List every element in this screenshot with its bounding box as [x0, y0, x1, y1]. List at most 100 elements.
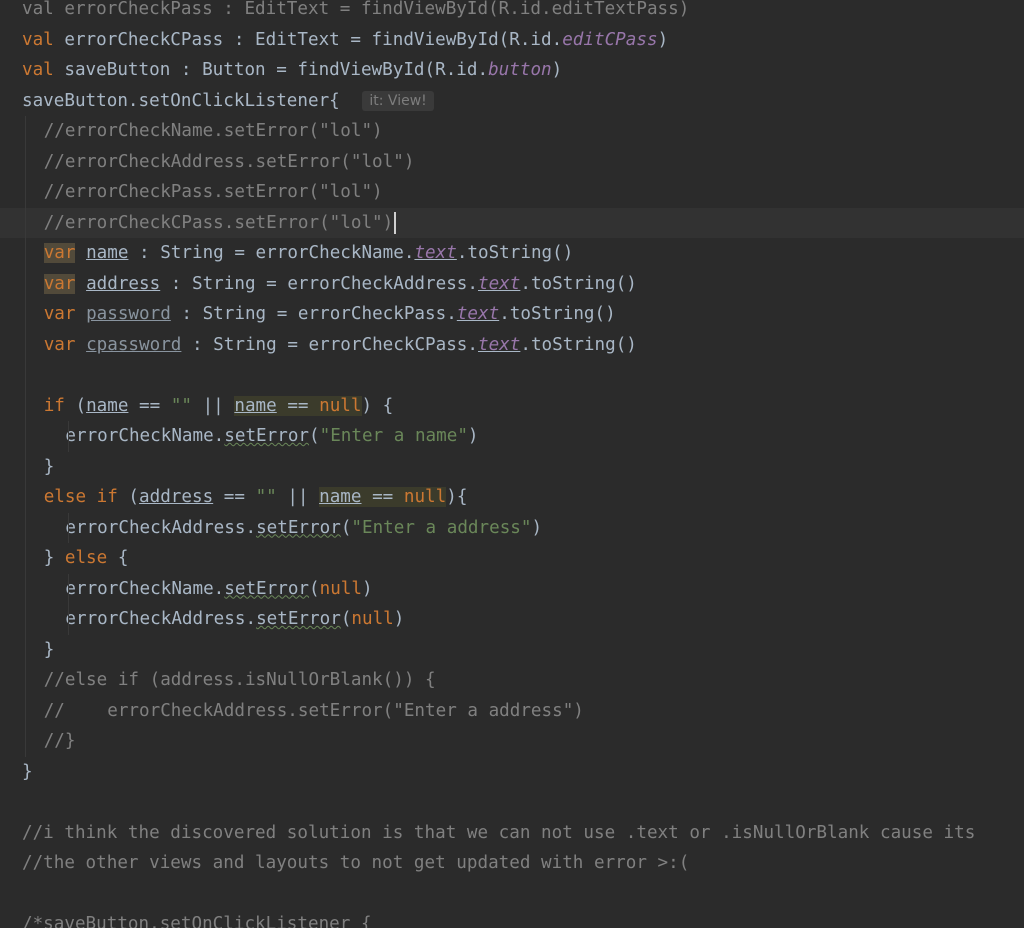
code-token: "Enter a address"	[351, 517, 532, 538]
code-editor[interactable]: val errorCheckPass : EditText = findView…	[0, 0, 1024, 928]
indent-guide	[68, 421, 70, 452]
code-token: ==	[276, 395, 320, 416]
code-token: setError	[224, 578, 310, 599]
code-line[interactable]: } else {	[0, 543, 1024, 574]
code-token: errorCheckAddress.	[65, 609, 257, 629]
code-token: //the other views and layouts to not get…	[22, 853, 690, 873]
code-token: //errorCheckName.setError("lol")	[43, 121, 383, 141]
code-token: setError	[256, 609, 341, 629]
code-token: errorCheckName.	[65, 578, 225, 599]
code-token: null	[403, 487, 447, 507]
code-token: /*saveButton.setOnClickListener {	[22, 914, 372, 928]
code-token: (	[340, 609, 352, 629]
code-line[interactable]: var cpassword : String = errorCheckCPass…	[0, 330, 1024, 361]
code-token: text	[478, 334, 521, 355]
code-token: text	[414, 243, 457, 263]
code-line[interactable]: }	[0, 635, 1024, 666]
code-token: .toString()	[456, 243, 574, 263]
code-token: ){	[446, 487, 468, 507]
code-token: (	[309, 578, 320, 599]
code-line[interactable]: saveButton.setOnClickListener{ it: View!	[0, 86, 1024, 117]
code-line[interactable]: errorCheckAddress.setError("Enter a addr…	[0, 513, 1024, 544]
code-token: var	[43, 304, 76, 324]
code-token: (	[117, 487, 140, 507]
code-token: null	[319, 578, 362, 599]
code-token: val	[22, 29, 54, 50]
code-token: var	[43, 334, 76, 355]
code-token: // errorCheckAddress.setError("Enter a a…	[43, 700, 584, 721]
code-line[interactable]: //i think the discovered solution is tha…	[0, 818, 1024, 849]
code-token: //errorCheckPass.setError("lol")	[43, 182, 383, 202]
code-line[interactable]: if (name == "" || name == null) {	[0, 391, 1024, 422]
code-line[interactable]: errorCheckName.setError(null)	[0, 574, 1024, 605]
code-line[interactable]: val errorCheckCPass : EditText = findVie…	[0, 25, 1024, 56]
code-token: name	[319, 487, 362, 507]
code-line[interactable]: /*saveButton.setOnClickListener {	[0, 909, 1024, 928]
code-token: //errorCheckAddress.setError("lol")	[43, 151, 415, 172]
code-token: }	[22, 761, 33, 782]
code-line[interactable]	[0, 879, 1024, 910]
code-token: errorCheckCPass : EditText = findViewByI…	[53, 29, 563, 50]
indent-guide	[68, 573, 70, 635]
code-line[interactable]: //}	[0, 726, 1024, 757]
code-token: ==	[213, 487, 256, 507]
code-token: var	[43, 243, 76, 263]
code-line[interactable]: }	[0, 757, 1024, 788]
code-token: name	[86, 395, 129, 416]
code-line[interactable]	[0, 360, 1024, 391]
code-token: .toString()	[520, 334, 637, 355]
code-token: (	[340, 517, 352, 538]
code-line[interactable]: var name : String = errorCheckName.text.…	[0, 238, 1024, 269]
code-token: ==	[361, 487, 404, 507]
code-token: errorCheckAddress.	[65, 517, 257, 538]
code-line[interactable]: //errorCheckCPass.setError("lol")	[0, 207, 1024, 238]
code-token: ""	[255, 487, 277, 507]
code-token: )	[362, 578, 373, 599]
code-line[interactable]: //else if (address.isNullOrBlank()) {	[0, 665, 1024, 696]
code-token: //i think the discovered solution is tha…	[22, 822, 976, 843]
code-line[interactable]: var password : String = errorCheckPass.t…	[0, 299, 1024, 330]
code-line[interactable]: // errorCheckAddress.setError("Enter a a…	[0, 696, 1024, 727]
code-token: : String = errorCheckAddress.	[160, 273, 478, 294]
text-caret	[394, 211, 397, 234]
code-token: {	[107, 548, 129, 568]
code-line[interactable]: errorCheckName.setError("Enter a name")	[0, 421, 1024, 452]
indent-guide	[25, 116, 26, 757]
code-line[interactable]: }	[0, 452, 1024, 483]
code-token: //errorCheckCPass.setError("lol")	[43, 212, 394, 233]
code-line[interactable]	[0, 787, 1024, 818]
code-token: name	[234, 395, 277, 416]
code-line[interactable]: //errorCheckName.setError("lol")	[0, 116, 1024, 147]
inlay-hint: it: View!	[362, 90, 434, 111]
code-token: )	[657, 29, 669, 50]
code-token: password	[86, 304, 171, 324]
code-line[interactable]: //errorCheckPass.setError("lol")	[0, 177, 1024, 208]
code-token: )	[467, 426, 479, 446]
code-token: address	[86, 273, 161, 294]
code-line[interactable]: var address : String = errorCheckAddress…	[0, 269, 1024, 300]
code-token: (	[309, 426, 320, 446]
code-line[interactable]: //the other views and layouts to not get…	[0, 848, 1024, 879]
code-line[interactable]: val errorCheckPass : EditText = findView…	[0, 0, 1024, 25]
code-token: val errorCheckPass : EditText = findView…	[22, 0, 690, 19]
code-token: : String = errorCheckCPass.	[181, 334, 478, 355]
code-token: //else if (address.isNullOrBlank()) {	[43, 670, 436, 690]
code-token: saveButton : Button = findViewById(R.id.	[53, 60, 489, 80]
code-token: button	[488, 60, 552, 80]
code-line[interactable]: else if (address == "" || name == null){	[0, 482, 1024, 513]
code-line[interactable]: val saveButton : Button = findViewById(R…	[0, 55, 1024, 86]
code-line[interactable]: //errorCheckAddress.setError("lol")	[0, 147, 1024, 178]
code-token: )	[393, 609, 405, 629]
code-token: )	[551, 60, 563, 80]
code-token: val	[22, 60, 54, 80]
code-token: ||	[276, 487, 320, 507]
code-token: : String = errorCheckPass.	[170, 304, 457, 324]
code-token: ||	[192, 395, 235, 416]
code-token: text	[478, 273, 521, 294]
code-token: }	[43, 639, 55, 660]
code-token: null	[351, 609, 394, 629]
code-line[interactable]: errorCheckAddress.setError(null)	[0, 604, 1024, 635]
